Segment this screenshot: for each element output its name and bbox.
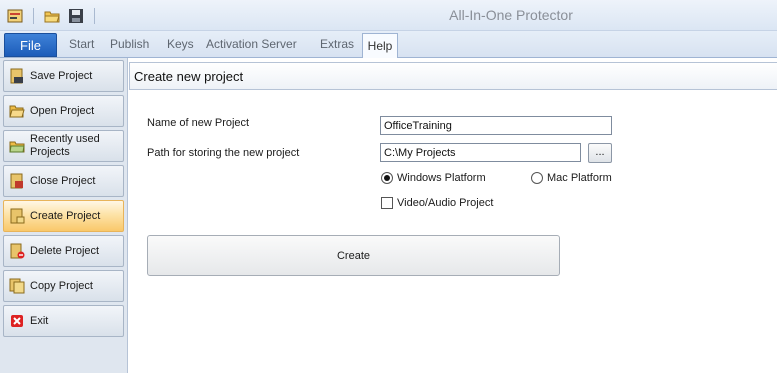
project-sidebar: Save Project Open Project Recently used … (0, 58, 128, 373)
save-icon (9, 68, 25, 84)
mac-platform-label: Mac Platform (547, 172, 612, 184)
delete-project-icon (9, 243, 25, 259)
tab-activation-server[interactable]: Activation Server (206, 37, 297, 51)
delete-project-button[interactable]: Delete Project (3, 235, 124, 267)
open-folder-icon (9, 103, 25, 119)
create-project-button[interactable]: Create Project (3, 200, 124, 232)
recent-folder-icon (9, 138, 25, 154)
sidebar-item-label: Close Project (30, 174, 96, 187)
browse-path-button[interactable]: ... (588, 143, 612, 163)
checkbox-box (381, 197, 393, 209)
exit-icon (9, 313, 25, 329)
sidebar-item-label: Save Project (30, 69, 93, 82)
recently-used-projects-button[interactable]: Recently used Projects (3, 130, 124, 162)
project-name-label: Name of new Project (147, 117, 250, 129)
app-title: All-In-One Protector (449, 7, 573, 23)
tab-extras[interactable]: Extras (320, 37, 354, 51)
sidebar-item-label: Recently used Projects (30, 133, 100, 158)
title-bar: All-In-One Protector (0, 0, 777, 31)
windows-platform-radio[interactable]: Windows Platform (381, 172, 486, 184)
tab-keys[interactable]: Keys (167, 37, 194, 51)
sidebar-item-label: Copy Project (30, 279, 93, 292)
project-path-input[interactable] (380, 143, 581, 162)
open-project-button[interactable]: Open Project (3, 95, 124, 127)
tab-start[interactable]: Start (69, 37, 94, 51)
tab-file[interactable]: File (4, 33, 57, 57)
exit-button[interactable]: Exit (3, 305, 124, 337)
tab-publish[interactable]: Publish (110, 37, 149, 51)
panel-title: Create new project (129, 62, 777, 90)
create-button[interactable]: Create (147, 235, 560, 276)
radio-selected-indicator (381, 172, 393, 184)
sidebar-item-label: Create Project (30, 209, 101, 222)
sidebar-item-label: Exit (30, 314, 49, 327)
windows-platform-label: Windows Platform (397, 172, 486, 184)
close-project-button[interactable]: Close Project (3, 165, 124, 197)
copy-project-button[interactable]: Copy Project (3, 270, 124, 302)
create-project-icon (9, 208, 25, 224)
project-path-label: Path for storing the new project (147, 147, 300, 159)
video-audio-label: Video/Audio Project (397, 197, 494, 209)
tab-help[interactable]: Help (362, 33, 398, 58)
ribbon-tab-bar: File Start Publish Keys Activation Serve… (0, 31, 777, 58)
save-project-button[interactable]: Save Project (3, 60, 124, 92)
mac-platform-radio[interactable]: Mac Platform (531, 172, 612, 184)
project-name-input[interactable] (380, 116, 612, 135)
sidebar-item-label: Open Project (30, 104, 95, 117)
video-audio-checkbox[interactable]: Video/Audio Project (381, 197, 493, 209)
close-project-icon (9, 173, 25, 189)
sidebar-item-label: Delete Project (30, 244, 100, 257)
copy-project-icon (9, 278, 25, 294)
radio-unselected-indicator (531, 172, 543, 184)
